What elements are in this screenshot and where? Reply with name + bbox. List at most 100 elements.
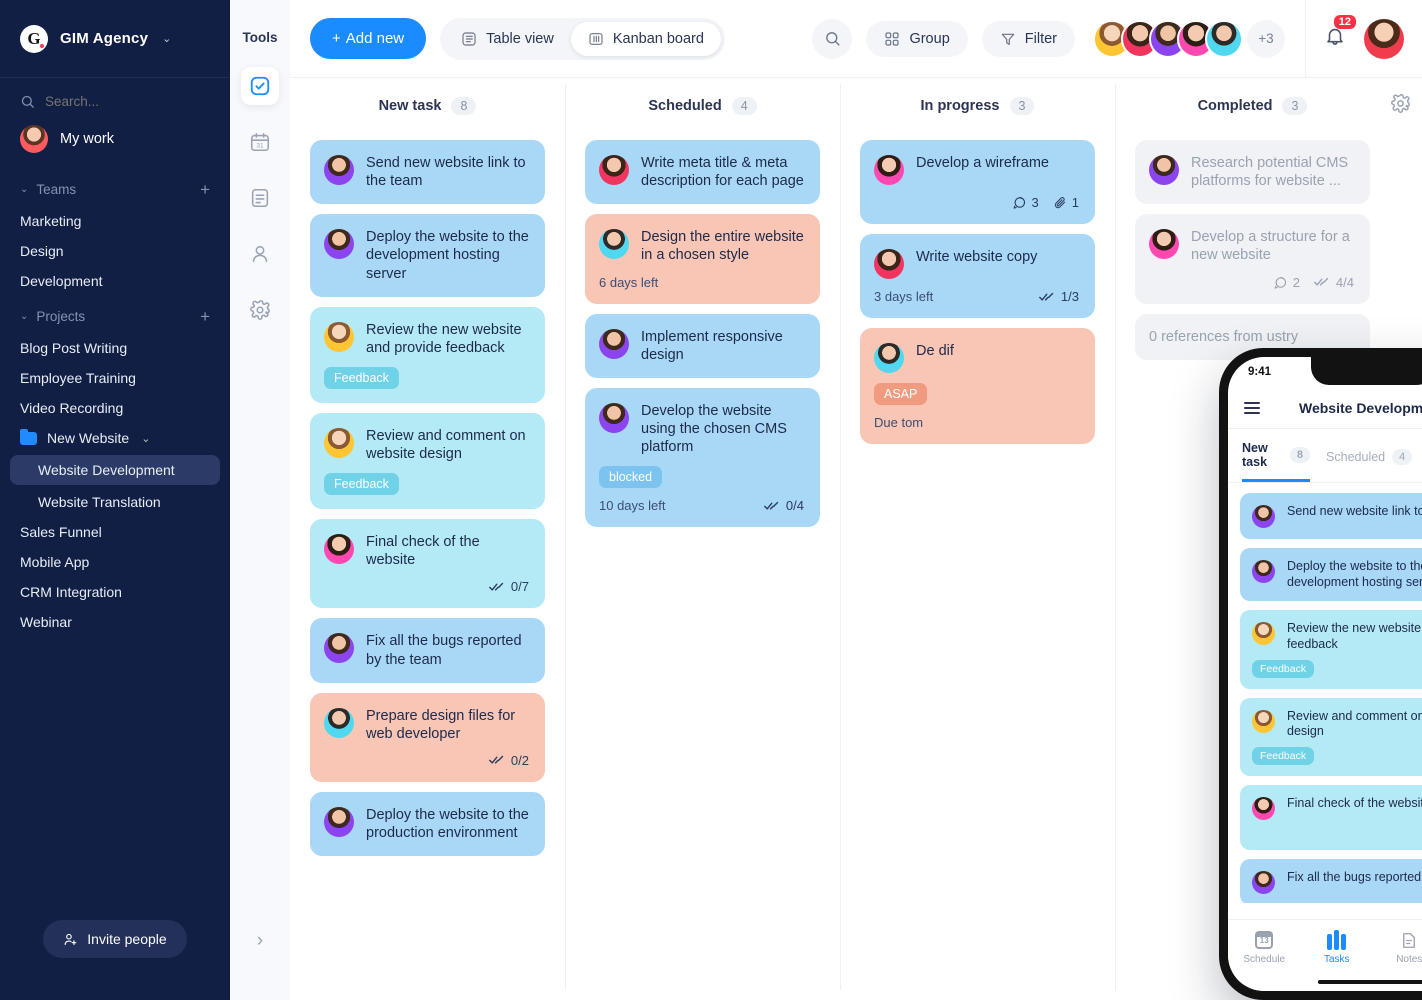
task-card[interactable]: Develop a wireframe 3 1 bbox=[860, 140, 1095, 224]
sidebar-item-website-development[interactable]: Website Development bbox=[10, 455, 220, 485]
phone-nav-tasks[interactable]: Tasks bbox=[1301, 929, 1374, 965]
task-card[interactable]: Fix all the bugs reported by the bbox=[1240, 858, 1422, 903]
divider bbox=[1305, 0, 1306, 78]
projects-list: Blog Post Writing Employee Training Video … bbox=[0, 333, 230, 637]
sidebar-item-webinar[interactable]: Webinar bbox=[0, 607, 230, 637]
phone-tab-new-task[interactable]: New task 8 bbox=[1242, 441, 1311, 482]
task-card[interactable]: Review the new website and provide feedb… bbox=[310, 306, 545, 403]
task-card[interactable]: Send new website link to the team bbox=[1240, 493, 1422, 539]
sidebar-item-label: My work bbox=[60, 131, 114, 147]
task-card[interactable]: Deploy the website to the production env… bbox=[310, 791, 545, 857]
task-card[interactable]: Develop a structure for a new website 2 4/… bbox=[1135, 214, 1370, 304]
sidebar-item-employee-training[interactable]: Employee Training bbox=[0, 363, 230, 393]
folder-icon bbox=[20, 428, 37, 445]
column-count: 4 bbox=[731, 97, 757, 115]
sidebar-item-sales-funnel[interactable]: Sales Funnel bbox=[0, 517, 230, 547]
task-card[interactable]: Develop the website using the chosen CMS… bbox=[585, 387, 820, 528]
task-title: Final check of the website bbox=[366, 534, 480, 569]
sidebar-collapse-button[interactable]: › bbox=[230, 930, 290, 952]
sidebar-item-development[interactable]: Development bbox=[0, 266, 230, 296]
sidebar-item-design[interactable]: Design bbox=[0, 236, 230, 266]
task-card[interactable]: De dif ASAP Due tom bbox=[860, 328, 1095, 444]
card-checklist: 1/3 bbox=[1038, 289, 1079, 304]
avatar-overflow-count[interactable]: +3 bbox=[1247, 19, 1285, 58]
add-project-button[interactable]: + bbox=[200, 308, 210, 325]
phone-tab-scheduled[interactable]: Scheduled 4 bbox=[1326, 448, 1413, 475]
avatar bbox=[1205, 19, 1243, 58]
avatar bbox=[324, 427, 354, 458]
phone-nav-schedule[interactable]: 13 Schedule bbox=[1228, 929, 1301, 965]
task-title: Deploy the website to the development ho… bbox=[366, 229, 529, 282]
sidebar-item-blog-post-writing[interactable]: Blog Post Writing bbox=[0, 333, 230, 363]
notes-icon bbox=[1373, 929, 1422, 951]
search-button[interactable] bbox=[812, 18, 853, 59]
sidebar-item-my-work[interactable]: My work bbox=[0, 117, 230, 169]
tool-tasks[interactable] bbox=[241, 67, 279, 105]
task-card[interactable]: Review the new website and provide feedb… bbox=[1240, 610, 1422, 689]
add-new-button[interactable]: + Add new bbox=[310, 18, 427, 59]
phone-tab-count: 8 bbox=[1289, 447, 1311, 463]
task-card[interactable]: Prepare design files for web developer 0/… bbox=[310, 692, 545, 782]
tab-kanban-board[interactable]: Kanban board bbox=[570, 21, 721, 56]
card-tag: Feedback bbox=[1252, 746, 1315, 765]
invite-people-button[interactable]: Invite people bbox=[43, 920, 187, 958]
tab-table-view[interactable]: Table view bbox=[444, 22, 571, 56]
calendar-day: 13 bbox=[1259, 936, 1269, 945]
hamburger-icon[interactable] bbox=[1244, 399, 1260, 417]
tool-settings[interactable] bbox=[241, 291, 279, 329]
member-avatars[interactable]: +3 bbox=[1093, 19, 1285, 58]
chevron-down-icon[interactable]: ⌄ bbox=[141, 432, 150, 445]
teams-section-header[interactable]: ⌄ Teams + bbox=[0, 169, 230, 206]
sidebar-folder-new-website[interactable]: New Website ⌄ bbox=[0, 423, 230, 453]
task-card[interactable]: Deploy the website to the development ho… bbox=[1240, 548, 1422, 602]
tool-calendar[interactable]: 31 bbox=[241, 123, 279, 161]
task-card[interactable]: Final check of the website 0/7 bbox=[310, 519, 545, 609]
task-card[interactable]: Implement responsive design bbox=[585, 313, 820, 378]
task-card[interactable]: Deploy the website to the development ho… bbox=[310, 214, 545, 297]
column-header-scheduled: Scheduled 4 bbox=[565, 97, 840, 115]
sidebar-item-video-recording[interactable]: Video Recording bbox=[0, 393, 230, 423]
avatar bbox=[1149, 229, 1179, 260]
avatar bbox=[20, 125, 48, 153]
phone-tab-label: New task bbox=[1242, 441, 1268, 469]
task-title: Final check of the website bbox=[1287, 795, 1422, 810]
task-card[interactable]: Review and comment on website design Feed… bbox=[1240, 697, 1422, 776]
notifications-button[interactable]: 12 bbox=[1320, 15, 1356, 52]
filter-icon bbox=[1001, 33, 1015, 45]
task-card[interactable]: Write meta title & meta description for … bbox=[585, 140, 820, 205]
home-indicator bbox=[1318, 980, 1422, 984]
sidebar-item-marketing[interactable]: Marketing bbox=[0, 206, 230, 236]
current-user-avatar[interactable] bbox=[1364, 18, 1404, 59]
phone-nav-notes[interactable]: Notes bbox=[1373, 929, 1422, 965]
sidebar-item-mobile-app[interactable]: Mobile App bbox=[0, 547, 230, 577]
task-card[interactable]: Review and comment on website design Feed… bbox=[310, 412, 545, 510]
task-card[interactable]: Send new website link to the team bbox=[310, 140, 545, 205]
card-checklist: 4/4 bbox=[1313, 275, 1354, 290]
chevron-down-icon[interactable]: ⌄ bbox=[162, 32, 171, 45]
kanban-icon bbox=[589, 32, 603, 45]
sidebar-item-crm-integration[interactable]: CRM Integration bbox=[0, 577, 230, 607]
avatar bbox=[324, 321, 354, 352]
task-card[interactable]: Write website copy 3 days left 1/3 bbox=[860, 234, 1095, 318]
board-settings-button[interactable] bbox=[1390, 93, 1411, 119]
group-button[interactable]: Group bbox=[866, 20, 968, 57]
filter-button[interactable]: Filter bbox=[981, 20, 1075, 57]
avatar bbox=[599, 229, 629, 260]
tools-rail: Tools 31 › bbox=[230, 0, 290, 1000]
sidebar-search[interactable] bbox=[0, 78, 230, 117]
projects-section-header[interactable]: ⌄ Projects + bbox=[0, 296, 230, 333]
task-card[interactable]: Design the entire website in a chosen st… bbox=[585, 214, 820, 304]
tool-people[interactable] bbox=[241, 235, 279, 273]
workspace-switcher[interactable]: G GIM Agency ⌄ bbox=[0, 0, 230, 78]
task-card[interactable]: Research potential CMS platforms for web… bbox=[1135, 140, 1370, 205]
task-card[interactable]: Fix all the bugs reported by the team bbox=[310, 618, 545, 683]
calendar-icon: 31 bbox=[250, 132, 270, 152]
sidebar-item-website-translation[interactable]: Website Translation bbox=[0, 487, 230, 517]
column-header-in-progress: In progress 3 bbox=[840, 97, 1115, 115]
task-title: De dif bbox=[916, 343, 954, 359]
search-input[interactable] bbox=[45, 94, 185, 109]
add-team-button[interactable]: + bbox=[200, 181, 210, 198]
card-meta: 0/7 bbox=[324, 579, 529, 594]
tool-notes[interactable] bbox=[241, 179, 279, 217]
task-card[interactable]: Final check of the website 0/7 bbox=[1240, 784, 1422, 850]
